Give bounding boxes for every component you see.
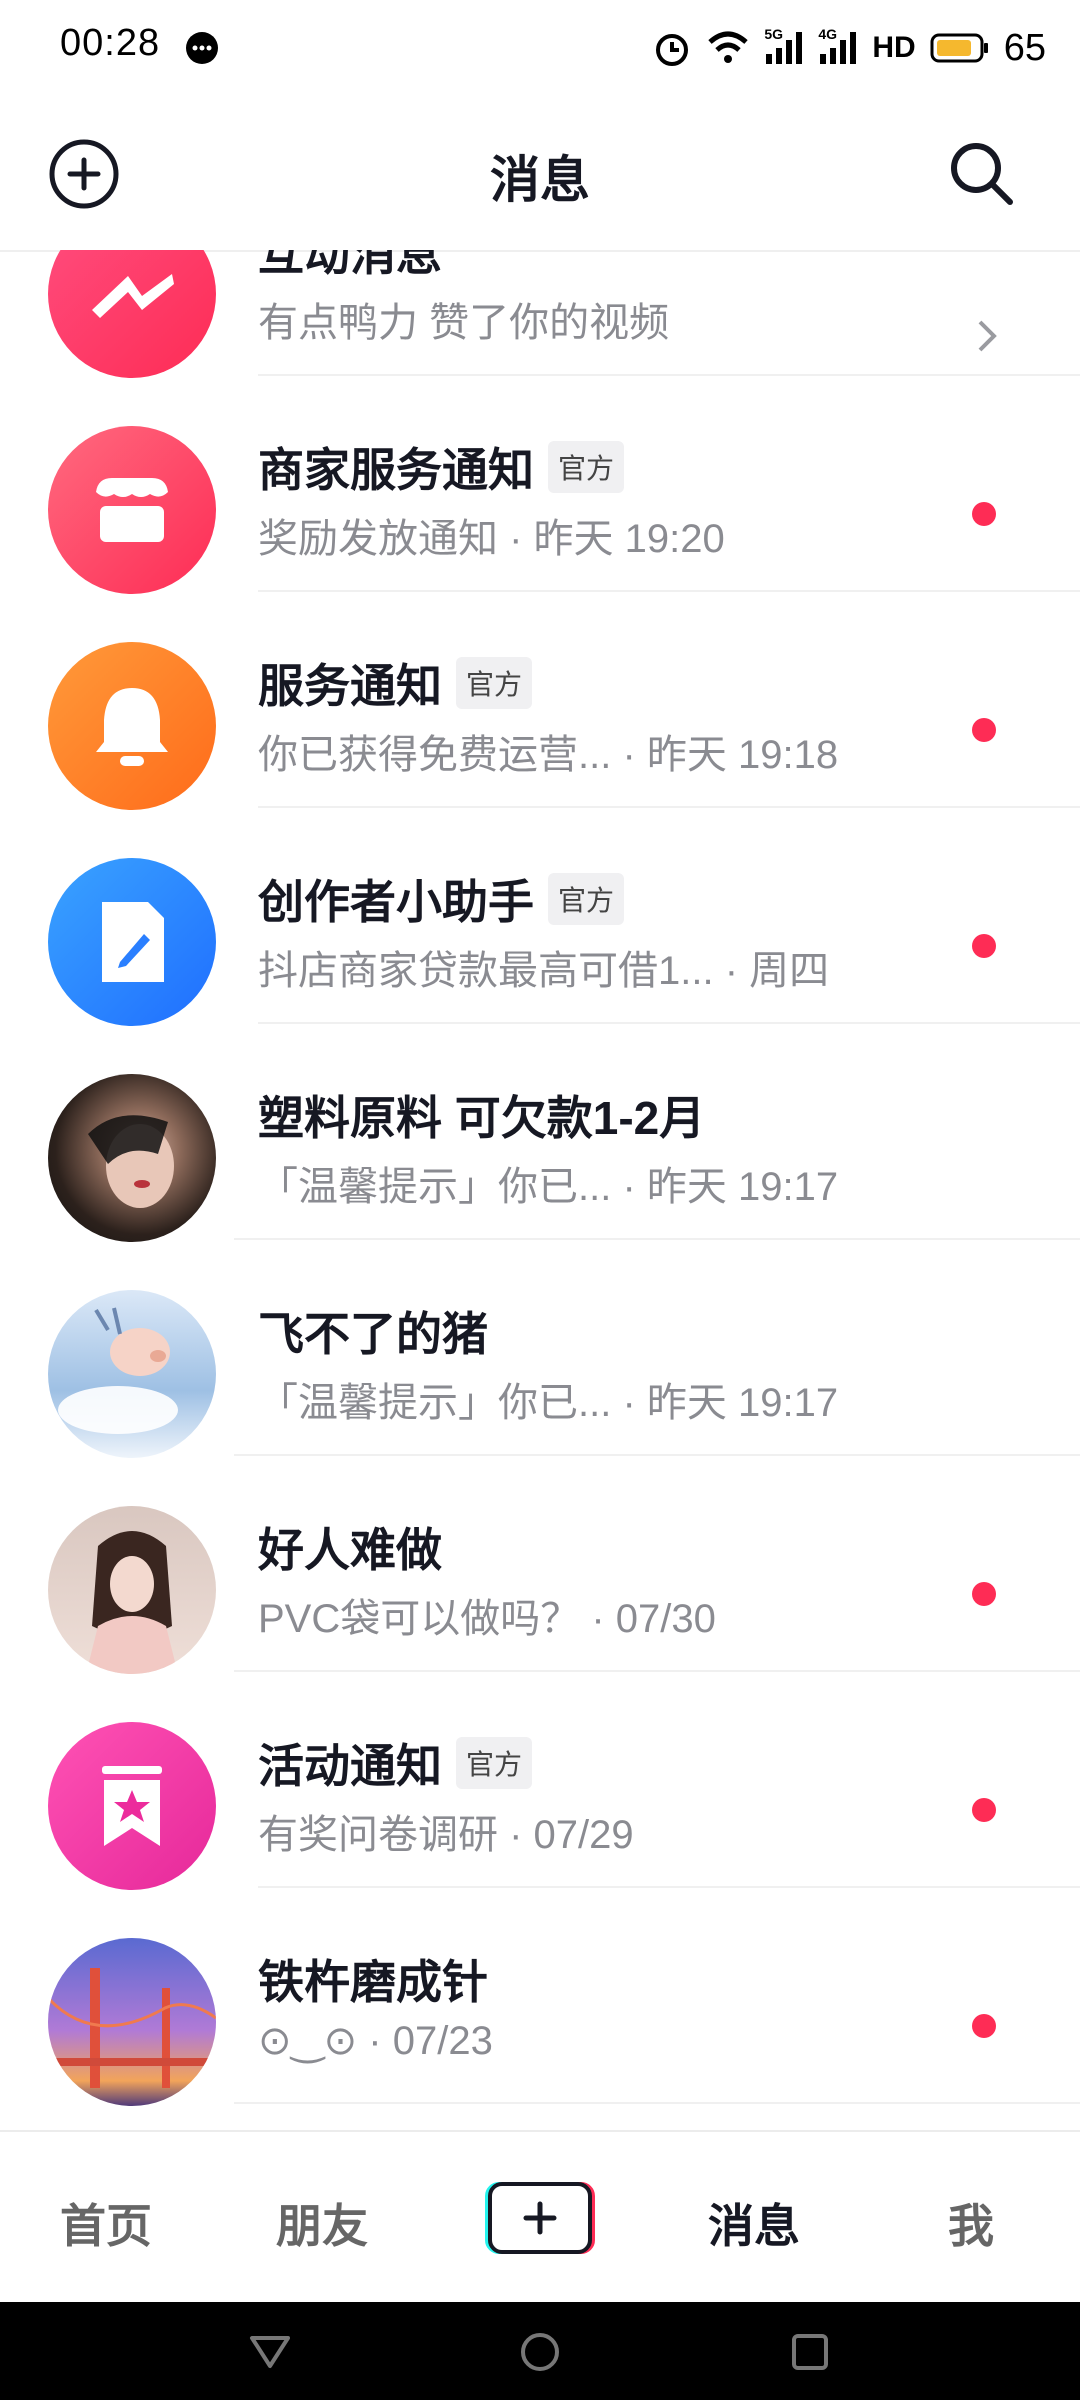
page-title: 消息 — [490, 152, 590, 208]
official-badge: 官方 — [548, 441, 625, 493]
item-subtitle: ⊙‿⊙ · 07/23 — [258, 2019, 493, 2063]
unread-dot — [972, 2014, 996, 2038]
lightning-icon — [92, 274, 174, 318]
flying-pig-image — [58, 1307, 178, 1434]
item-title: 塑料原料 可欠款1-2月 — [258, 1092, 706, 1144]
list-item-interactions[interactable]: 互动消息 有点鸭力 赞了你的视频 — [0, 250, 1080, 378]
portrait-image — [86, 1531, 178, 1674]
unread-dot — [972, 934, 996, 958]
unread-dot — [972, 1582, 996, 1606]
avatar — [48, 1506, 216, 1674]
official-badge: 官方 — [548, 873, 625, 925]
list-item-chat[interactable]: 铁杵磨成针 ⊙‿⊙ · 07/23 — [0, 1886, 1080, 2106]
home-circle-icon[interactable] — [518, 2330, 562, 2374]
tab-messages[interactable]: 消息 — [708, 2190, 800, 2256]
item-title: 飞不了的猪 — [258, 1308, 488, 1360]
chevron-right-icon — [978, 320, 997, 352]
list-item-chat[interactable]: 飞不了的猪 「温馨提示」你已... · 昨天 19:17 — [0, 1238, 1080, 1458]
back-triangle-icon[interactable] — [246, 2332, 294, 2372]
list-item-chat[interactable]: 塑料原料 可欠款1-2月 「温馨提示」你已... · 昨天 19:17 — [0, 1022, 1080, 1242]
tab-home[interactable]: 首页 — [60, 2190, 152, 2256]
unread-dot — [972, 502, 996, 526]
avatar — [48, 1074, 216, 1242]
battery-icon — [930, 33, 988, 63]
battery-level: 65 — [1003, 26, 1046, 69]
avatar — [48, 858, 216, 1026]
signal-4g: 4G — [818, 26, 858, 66]
status-bar: 00:28 5G 4G HD 65 — [0, 0, 1080, 96]
chat-bubble-icon — [186, 32, 218, 64]
tab-friends[interactable]: 朋友 — [276, 2190, 368, 2256]
item-subtitle: 有奖问卷调研 · 07/29 — [258, 1813, 634, 1857]
alarm-icon — [656, 34, 689, 66]
list-item-merchant-notice[interactable]: 商家服务通知 官方 奖励发放通知 · 昨天 19:20 — [0, 374, 1080, 594]
avatar — [48, 1938, 216, 2106]
item-title: 活动通知 — [258, 1740, 442, 1792]
list-item-creator-assistant[interactable]: 创作者小助手 官方 抖店商家贷款最高可借1... · 周四 — [0, 806, 1080, 1026]
item-subtitle: 奖励发放通知 · 昨天 19:20 — [258, 517, 725, 561]
official-badge: 官方 — [456, 657, 533, 709]
avatar — [48, 426, 216, 594]
avatar — [48, 1290, 216, 1458]
avatar — [48, 1722, 216, 1890]
list-item-chat[interactable]: 好人难做 PVC袋可以做吗？ · 07/30 — [0, 1454, 1080, 1674]
item-title: 铁杵磨成针 — [258, 1956, 488, 2008]
item-title: 互动消息 — [258, 250, 442, 280]
create-button[interactable] — [484, 2180, 596, 2256]
unread-dot — [972, 1798, 996, 1822]
item-subtitle: PVC袋可以做吗？ · 07/30 — [258, 1597, 716, 1641]
system-nav-bar — [0, 2302, 1080, 2400]
unread-dot — [972, 718, 996, 742]
item-subtitle: 你已获得免费运营... · 昨天 19:18 — [258, 733, 839, 777]
list-item-service-notice[interactable]: 服务通知 官方 你已获得免费运营... · 昨天 19:18 — [0, 590, 1080, 810]
search-icon[interactable] — [944, 136, 1020, 212]
wifi-icon — [708, 31, 749, 63]
bridge-image — [48, 1968, 216, 2088]
tab-me[interactable]: 我 — [948, 2190, 994, 2256]
header: 消息 — [0, 96, 1080, 252]
bookmark-star-icon — [102, 1766, 162, 1846]
item-title: 商家服务通知 — [258, 444, 534, 496]
status-icons: 5G 4G HD 65 — [652, 20, 1046, 76]
signal-5g: 5G — [764, 26, 804, 66]
item-title: 服务通知 — [258, 660, 442, 712]
item-subtitle: 「温馨提示」你已... · 昨天 19:17 — [258, 1165, 839, 1209]
avatar — [48, 250, 216, 378]
message-list: 互动消息 有点鸭力 赞了你的视频 商家服务通知 官方 奖励发放通知 · 昨天 1… — [0, 250, 1080, 2130]
item-subtitle: 有点鸭力 赞了你的视频 — [258, 301, 670, 345]
item-title: 好人难做 — [258, 1524, 442, 1576]
bottom-tab-bar: 首页 朋友 消息 我 — [0, 2130, 1080, 2304]
official-badge: 官方 — [456, 1737, 533, 1789]
portrait-image — [88, 1115, 174, 1208]
bell-icon — [96, 688, 168, 766]
item-subtitle: 抖店商家贷款最高可借1... · 周四 — [258, 949, 830, 993]
status-time: 00:28 — [60, 22, 161, 64]
edit-doc-icon — [102, 902, 164, 982]
item-subtitle: 「温馨提示」你已... · 昨天 19:17 — [258, 1381, 839, 1425]
avatar — [48, 642, 216, 810]
item-title: 创作者小助手 — [258, 876, 534, 928]
store-icon — [96, 478, 168, 542]
recents-square-icon[interactable] — [790, 2332, 830, 2372]
hd-indicator: HD — [872, 31, 916, 64]
list-item-activity-notice[interactable]: 活动通知 官方 有奖问卷调研 · 07/29 — [0, 1670, 1080, 1890]
